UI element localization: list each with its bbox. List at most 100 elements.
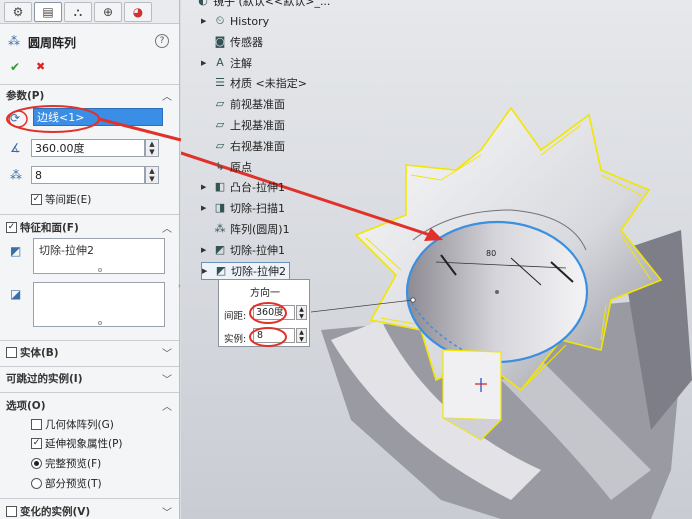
cancel-button[interactable]: ✖: [36, 60, 45, 73]
tree-item[interactable]: ▱ 上视基准面: [201, 116, 285, 134]
tree-item[interactable]: ◙ 传感器: [201, 33, 263, 51]
expand-arrow-icon[interactable]: ▶: [201, 17, 213, 25]
solids-section-header[interactable]: 实体(B) ﹀: [0, 342, 179, 362]
tree-item[interactable]: ▶ ◨ 切除-扫描1: [201, 199, 285, 217]
tree-item[interactable]: ▶ ◧ 凸台-拉伸1: [201, 178, 285, 196]
keyway-cut: [442, 349, 502, 421]
partial-preview-radio[interactable]: 部分预览(T): [31, 476, 102, 491]
instances-input[interactable]: 8: [31, 166, 145, 184]
tree-root[interactable]: ◐ 镜子 (默认<<默认>_...: [196, 0, 330, 10]
feature-manager-icon[interactable]: ⚙: [4, 2, 32, 22]
tree-item[interactable]: ↳ 原点: [201, 158, 252, 176]
tree-item[interactable]: ▱ 右视基准面: [201, 137, 285, 155]
part-icon: ◐: [198, 0, 208, 7]
expand-arrow-icon[interactable]: ▶: [201, 246, 213, 254]
chevron-down-icon[interactable]: ﹀: [162, 345, 172, 360]
annotation-icon: A: [216, 55, 224, 69]
features-section-header[interactable]: ✓ 特征和面(F) ︿: [0, 217, 179, 237]
instance-stepper[interactable]: ▲ ▼: [296, 328, 307, 343]
tree-item-label: 注解: [230, 56, 252, 70]
full-preview-radio[interactable]: 完整预览(F): [31, 456, 101, 471]
help-icon[interactable]: ?: [155, 34, 169, 48]
geometry-pattern-label: 几何体阵列(G): [45, 419, 114, 431]
checkbox-unchecked-icon[interactable]: [6, 505, 17, 517]
instances-icon: ⁂: [10, 168, 22, 182]
tree-item[interactable]: ▶ A 注解: [201, 54, 252, 72]
chevron-up-icon[interactable]: ︿: [162, 220, 172, 235]
propagate-visual-checkbox[interactable]: ✓ 延伸视象属性(P): [31, 436, 123, 451]
faces-icon: ◪: [10, 287, 22, 301]
display-manager-icon[interactable]: ◕: [124, 2, 152, 22]
feature-pattern-icon: ◩: [10, 244, 22, 258]
boss-extrude-icon: ◧: [214, 180, 226, 194]
varying-instances-section-header[interactable]: 变化的实例(V) ﹀: [0, 501, 179, 519]
spacing-stepper[interactable]: ▲ ▼: [296, 305, 307, 320]
dimxpert-icon[interactable]: ⊕: [94, 2, 122, 22]
circular-pattern-icon: ⁂: [214, 222, 226, 235]
skip-instances-title: 可跳过的实例(I): [6, 372, 83, 385]
skip-instances-section-header[interactable]: 可跳过的实例(I) ﹀: [0, 368, 179, 388]
ok-button[interactable]: ✔: [10, 60, 20, 74]
plane-icon: ▱: [215, 118, 225, 131]
chevron-up-icon[interactable]: ︿: [162, 398, 172, 413]
angle-input[interactable]: 360.00度: [31, 139, 145, 157]
resize-handle[interactable]: [98, 321, 102, 325]
expand-arrow-icon[interactable]: ▶: [201, 204, 213, 212]
equal-spacing-label: 等间距(E): [45, 194, 92, 206]
history-icon: ⏲: [215, 14, 225, 27]
property-manager-icon[interactable]: ▤: [34, 2, 62, 22]
chevron-down-icon[interactable]: ﹀: [162, 504, 172, 519]
faces-list-box[interactable]: [33, 282, 165, 327]
expand-arrow-icon[interactable]: ▶: [201, 59, 213, 67]
tree-item[interactable]: ☰ 材质 <未指定>: [201, 74, 307, 92]
tree-item[interactable]: ▶ ◩ 切除-拉伸2: [201, 261, 290, 280]
sensor-icon: ◙: [214, 34, 226, 48]
tree-item-label: 切除-拉伸2: [231, 264, 286, 278]
expand-arrow-icon[interactable]: ▶: [202, 267, 214, 275]
params-section-header[interactable]: 参数(P) ︿: [0, 85, 179, 105]
tree-item[interactable]: ▶ ⏲ History: [201, 12, 269, 30]
tree-item-label: 材质 <未指定>: [230, 77, 307, 91]
divider: [0, 366, 179, 367]
plane-icon: ▱: [215, 97, 225, 111]
tree-item-label: 切除-扫描1: [230, 202, 285, 216]
tree-item-label: 原点: [230, 160, 252, 174]
checkbox-unchecked-icon[interactable]: [6, 346, 17, 358]
varying-instances-title: 变化的实例(V): [20, 505, 91, 518]
callout-anchor: [410, 297, 416, 303]
edge-selection-field[interactable]: 边线<1>: [33, 108, 163, 126]
features-list-box[interactable]: 切除-拉伸2: [33, 238, 165, 274]
checkbox-checked-icon: ✓: [31, 194, 42, 205]
tree-item-label: 传感器: [230, 35, 263, 49]
checkbox-checked-icon[interactable]: ✓: [6, 221, 17, 233]
radio-unselected-icon: [31, 478, 42, 489]
features-list-item[interactable]: 切除-拉伸2: [39, 242, 94, 258]
cut-sweep-icon: ◨: [214, 201, 226, 215]
angle-icon: ∡: [10, 141, 21, 155]
spacing-input[interactable]: 360度: [253, 305, 295, 320]
instance-label: 实例:: [224, 334, 247, 345]
geometry-pattern-checkbox[interactable]: 几何体阵列(G): [31, 417, 114, 432]
direction-axis-icon[interactable]: ⟳: [10, 111, 20, 125]
property-manager-panel: ⚙ ▤ ⛬ ⊕ ◕ ⁂ 圆周阵列 ? ✔ ✖ 参数(P) ︿ ⟳ 边线<1> ∡…: [0, 0, 180, 519]
dimension-label[interactable]: 80: [486, 249, 496, 258]
manager-tab-bar: ⚙ ▤ ⛬ ⊕ ◕: [0, 0, 179, 24]
chevron-up-icon[interactable]: ︿: [162, 88, 172, 103]
checkbox-unchecked-icon: [31, 419, 42, 430]
resize-handle[interactable]: [98, 268, 102, 272]
instances-stepper[interactable]: ▲ ▼: [145, 166, 159, 184]
tree-item[interactable]: ▱ 前视基准面: [201, 95, 285, 113]
checkbox-checked-icon: ✓: [31, 438, 42, 449]
tree-item[interactable]: ▶ ◩ 切除-拉伸1: [201, 241, 285, 259]
angle-stepper[interactable]: ▲ ▼: [145, 139, 159, 157]
solids-section-title: 实体(B): [20, 346, 59, 359]
expand-arrow-icon[interactable]: ▶: [201, 183, 213, 191]
instance-input[interactable]: 8: [253, 328, 295, 343]
spacing-label: 间距:: [224, 311, 247, 322]
tree-item[interactable]: ⁂ 阵列(圆周)1: [201, 220, 290, 238]
equal-spacing-checkbox[interactable]: ✓ 等间距(E): [31, 192, 91, 207]
options-section-header[interactable]: 选项(O) ︿: [0, 395, 179, 415]
material-icon: ☰: [215, 76, 225, 90]
chevron-down-icon[interactable]: ﹀: [162, 371, 172, 386]
configuration-manager-icon[interactable]: ⛬: [64, 2, 92, 22]
